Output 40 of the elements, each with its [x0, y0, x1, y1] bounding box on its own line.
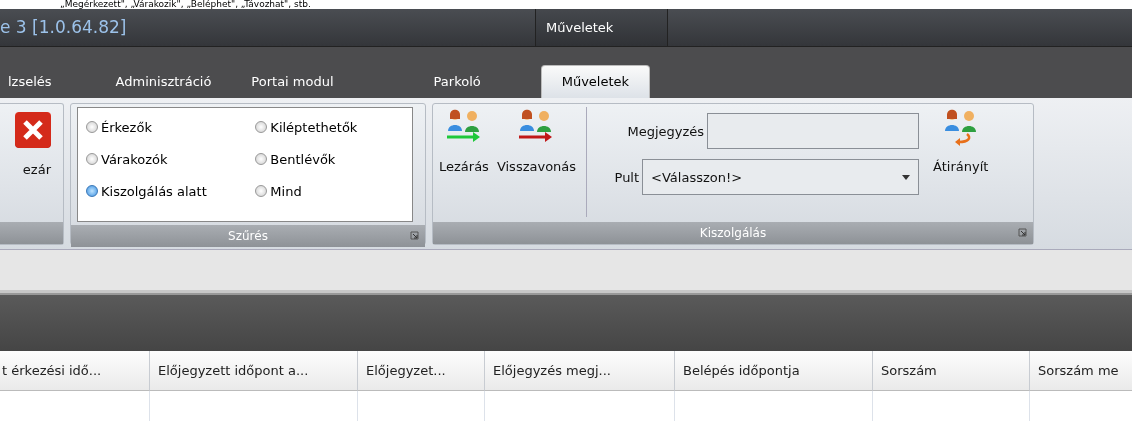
column-header[interactable]: Sorszám — [873, 351, 1030, 391]
column-header[interactable]: Belépés időpontja — [675, 351, 873, 391]
column-header[interactable]: t érkezési idő... — [0, 351, 150, 391]
ribbon-button[interactable]: Lezárás — [437, 107, 491, 195]
group-label: Szűrés — [71, 225, 425, 247]
column-header[interactable]: Előjegyzés megj... — [485, 351, 675, 391]
ribbon-tab[interactable]: Műveletek — [540, 65, 651, 98]
caret-icon — [902, 174, 911, 180]
column-header[interactable]: Sorszám me — [1030, 351, 1132, 391]
radio-option[interactable]: Kiszolgálás alatt — [86, 178, 254, 204]
radio-option[interactable]: Érkezők — [86, 114, 254, 140]
dialog-launcher-icon — [1018, 228, 1027, 237]
column-header[interactable]: Előjegyzett időpont a... — [150, 351, 358, 391]
close-icon — [15, 112, 51, 148]
dialog-launcher-icon — [410, 231, 419, 240]
radio-button[interactable] — [86, 153, 98, 165]
ribbon-tab[interactable]: lzselés — [0, 66, 72, 98]
radio-button[interactable] — [255, 153, 268, 165]
group-label: Kiszolgálás — [433, 222, 1033, 244]
radio-button[interactable] — [86, 121, 98, 133]
radio-button[interactable] — [255, 185, 268, 197]
radio-option[interactable]: Kiléptethetők — [255, 114, 404, 140]
radio-button[interactable] — [86, 185, 98, 197]
ribbon-tab[interactable]: Portai modul — [231, 66, 354, 98]
ribbon-button[interactable]: Átirányít — [931, 107, 991, 195]
ribbon-button[interactable]: Visszavonás — [494, 107, 579, 195]
field-label: Megjegyzés — [627, 123, 705, 139]
ribbon-tab[interactable]: Adminisztráció — [95, 66, 232, 98]
ribbon-tab[interactable]: Parkoló — [413, 66, 501, 98]
context-tab-group: Műveletek — [535, 9, 668, 46]
field-label: Pult — [614, 169, 640, 185]
window-title: e 3 [1.0.64.82] — [0, 16, 128, 39]
radio-button[interactable] — [255, 121, 268, 133]
note-field[interactable] — [707, 113, 920, 149]
column-header[interactable]: Előjegyzet... — [358, 351, 485, 391]
radio-option[interactable]: Várakozók — [86, 146, 254, 172]
desk-dropdown[interactable]: <Válasszon!> — [642, 159, 920, 195]
radio-option[interactable]: Mind — [255, 178, 404, 204]
group-label-bar — [0, 222, 63, 244]
radio-option[interactable]: Bentlévők — [255, 146, 404, 172]
